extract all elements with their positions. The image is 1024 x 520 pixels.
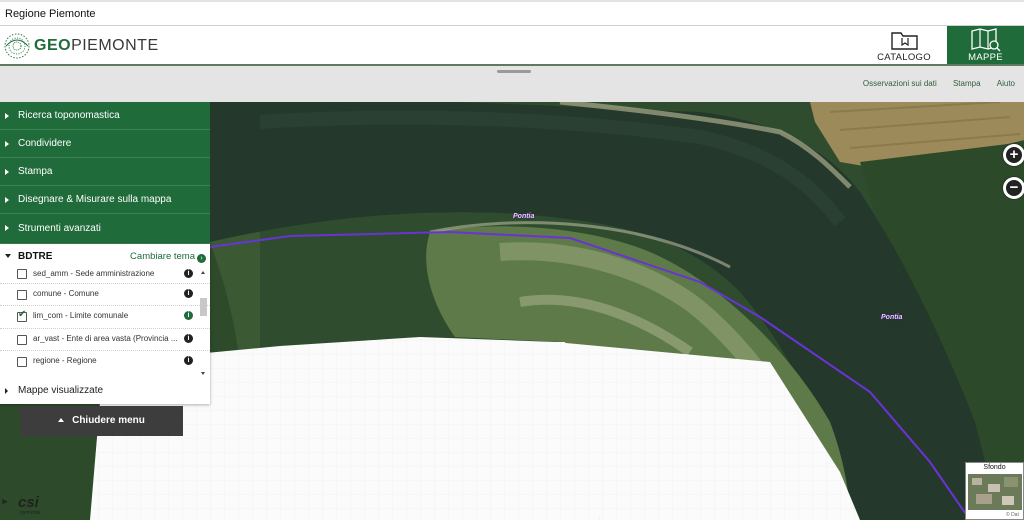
sidebar-item-disegnare[interactable]: Disegnare & Misurare sulla mappa (0, 186, 210, 214)
layer-label: comune - Comune (33, 289, 99, 298)
mappe-visualizzate-item[interactable]: Mappe visualizzate (0, 378, 210, 404)
sidebar-item-label: Stampa (18, 166, 53, 177)
layer-item-ar-vast[interactable]: ar_vast - Ente di area vasta (Provincia … (0, 329, 210, 352)
folder-icon (891, 32, 918, 50)
zoom-in-button[interactable]: + (1003, 144, 1024, 166)
top-title-bar: Regione Piemonte (0, 0, 1024, 26)
layer-label: lim_com - Limite comunale (33, 311, 129, 321)
basemap-thumbnail[interactable] (968, 474, 1022, 510)
sidebar-item-ricerca[interactable]: Ricerca toponomastica (0, 102, 210, 130)
map-search-icon (971, 28, 1001, 52)
layer-label: sed_amm - Sede amministrazione (33, 269, 155, 278)
layer-checkbox-checked[interactable] (17, 309, 27, 323)
close-menu-button[interactable]: Chiudere menu (20, 406, 183, 436)
map-label-pontia-2: Pontia (881, 314, 903, 321)
chevron-right-icon: › (197, 254, 206, 263)
geopiemonte-logo[interactable]: GEOPIEMONTE (4, 30, 159, 62)
info-icon[interactable]: i (184, 356, 193, 366)
layer-item-sed-amm[interactable]: sed_amm - Sede amministrazione i (0, 268, 210, 284)
layer-item-comune[interactable]: comune - Comune i (0, 284, 210, 307)
scroll-up-icon[interactable] (201, 271, 205, 274)
layer-item-regione[interactable]: regione - Regione i (0, 351, 210, 373)
minus-icon: − (1006, 180, 1022, 196)
csi-piemonte-logo: ⪢ csi piemonte (0, 494, 52, 520)
expand-arrow-icon (5, 197, 9, 203)
expand-arrow-icon (5, 169, 9, 175)
zoom-out-button[interactable]: − (1003, 177, 1024, 199)
info-icon[interactable]: i (184, 269, 193, 278)
layer-label: ar_vast - Ente di area vasta (Provincia … (33, 333, 178, 343)
logo-text: GEOPIEMONTE (34, 37, 159, 54)
layer-checkbox[interactable] (17, 290, 27, 300)
layer-item-lim-com[interactable]: lim_com - Limite comunale i (0, 306, 210, 329)
change-theme-link[interactable]: Cambiare tema › (130, 251, 206, 263)
print-link[interactable]: Stampa (953, 79, 981, 88)
caret-up-icon (58, 418, 65, 422)
catalogo-label: CATALOGO (877, 52, 931, 63)
layer-label: regione - Regione (33, 356, 97, 366)
csi-mark-icon: ⪢ (2, 496, 8, 506)
observations-link[interactable]: Osservazioni sui dati (863, 79, 937, 88)
sidebar-item-label: Disegnare & Misurare sulla mappa (18, 194, 172, 205)
expand-arrow-icon (5, 388, 8, 394)
plus-icon: + (1006, 147, 1022, 163)
toolbar-links: Osservazioni sui dati Stampa Aiuto (849, 79, 1015, 88)
expand-arrow-icon (5, 141, 9, 147)
expand-arrow-icon (5, 113, 9, 119)
info-icon[interactable]: i (184, 289, 193, 298)
basemap-preview-image (968, 474, 1022, 510)
map-label-pontia-1: Pontia (513, 213, 535, 220)
drag-handle[interactable] (497, 70, 531, 73)
sidebar-menu: Ricerca toponomastica Condividere Stampa… (0, 102, 210, 404)
sidebar-item-stampa[interactable]: Stampa (0, 158, 210, 186)
expand-arrow-icon (5, 225, 9, 231)
scroll-down-icon[interactable] (201, 372, 205, 375)
layer-checkbox[interactable] (17, 269, 27, 279)
layer-checkbox[interactable] (17, 357, 27, 368)
site-title: Regione Piemonte (5, 8, 96, 20)
app-header: GEOPIEMONTE CATALOGO MAPPE (0, 26, 1024, 66)
layer-list: sed_amm - Sede amministrazione i comune … (0, 268, 210, 378)
info-icon[interactable]: i (184, 333, 193, 343)
globe-logo-icon (4, 33, 30, 59)
csi-logo-subtext: piemonte (20, 510, 41, 516)
basemap-credit: © Dat (1006, 512, 1019, 518)
csi-logo-text: csi (18, 494, 39, 511)
layer-checkbox[interactable] (17, 334, 27, 345)
basemap-title: Sfondo (983, 464, 1006, 471)
sidebar-item-label: Condividere (18, 138, 72, 149)
basemap-switcher[interactable]: Sfondo © Dat (965, 462, 1024, 520)
close-menu-label: Chiudere menu (72, 415, 145, 426)
catalogo-button[interactable]: CATALOGO (870, 26, 938, 64)
mappe-button[interactable]: MAPPE (947, 26, 1024, 64)
info-icon[interactable]: i (184, 311, 193, 321)
theme-panel: BDTRE Cambiare tema › sed_amm - Sede ammi… (0, 244, 210, 404)
mappe-visualizzate-label: Mappe visualizzate (18, 385, 104, 396)
help-link[interactable]: Aiuto (997, 79, 1015, 88)
sidebar-item-strumenti[interactable]: Strumenti avanzati (0, 214, 210, 244)
theme-name: BDTRE (18, 251, 53, 262)
sidebar-item-condividere[interactable]: Condividere (0, 130, 210, 158)
map-toolbar: Osservazioni sui dati Stampa Aiuto (0, 66, 1024, 102)
sidebar-item-label: Ricerca toponomastica (18, 110, 120, 121)
theme-header[interactable]: BDTRE Cambiare tema › (0, 244, 210, 268)
layer-scrollbar[interactable] (199, 268, 208, 378)
sidebar-item-label: Strumenti avanzati (18, 223, 101, 234)
scrollbar-thumb[interactable] (200, 298, 207, 316)
collapse-arrow-icon (5, 254, 11, 258)
mappe-label: MAPPE (968, 52, 1003, 63)
